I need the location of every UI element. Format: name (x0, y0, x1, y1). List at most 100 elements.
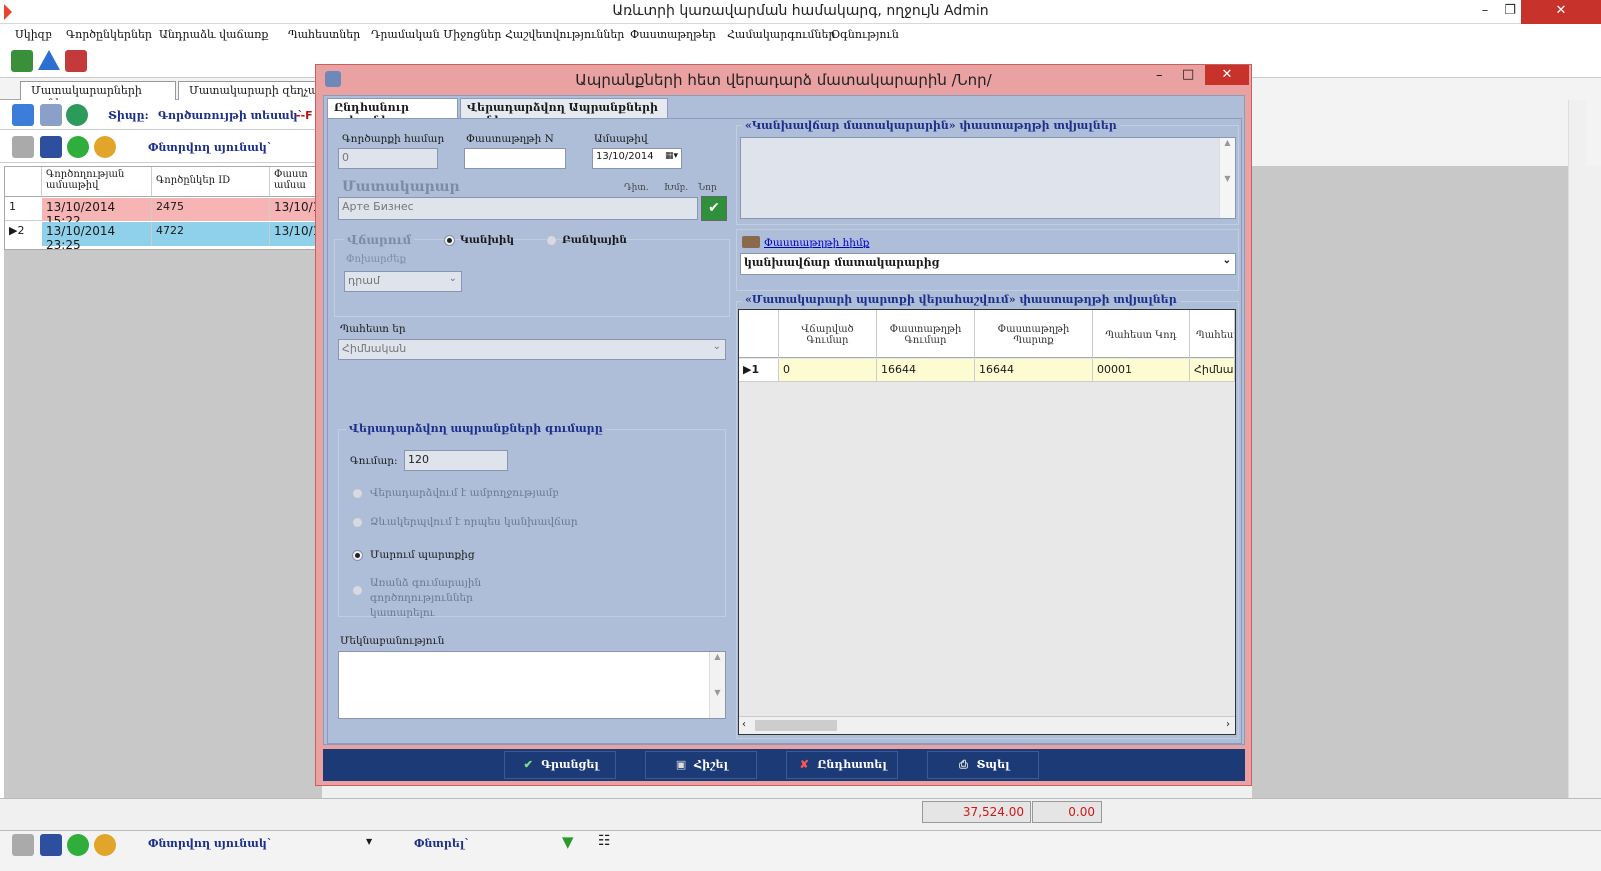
currency-value: դրամ (348, 274, 380, 287)
workspace-background (1252, 166, 1568, 800)
menu-item-start[interactable]: Սկիզբ (15, 28, 52, 41)
play-icon[interactable] (67, 136, 89, 158)
house-icon[interactable] (11, 50, 33, 72)
select-supplier-check-icon[interactable]: ✔ (701, 196, 727, 221)
scroll-right-icon[interactable]: › (1226, 719, 1230, 730)
return-full-radio[interactable] (352, 488, 363, 499)
tab-suppliers-list[interactable]: Մատակարարների ցանկ (20, 81, 176, 110)
menu-item-warehouses[interactable]: Պահեստներ (288, 28, 360, 41)
save-button[interactable]: ✔ Գրանցել (504, 751, 616, 779)
payment-label: Վճարում (344, 233, 415, 247)
cancel-button[interactable]: ✘ Ընդհատել (786, 751, 898, 779)
row-partner-id[interactable]: 4722 (152, 222, 270, 246)
refresh-globe-icon[interactable] (66, 104, 88, 126)
prepayment-doc-title: «Կանխավճար մատակարարին» փաստաթղթի տվյալն… (742, 119, 1120, 132)
currency-select: դրամ ⌄ (344, 271, 462, 292)
row-date[interactable]: 13/10/2014 23:25 (42, 222, 152, 252)
cell-doc-debt[interactable]: 16644 (975, 359, 1093, 382)
excel-icon[interactable] (12, 834, 34, 856)
play-icon[interactable] (67, 834, 89, 856)
menu-item-documents[interactable]: Փաստաթղթեր (630, 28, 716, 41)
globe-icon[interactable] (12, 104, 34, 126)
remember-button[interactable]: ▣ Հիշել (645, 751, 757, 779)
document-edit-icon[interactable] (40, 104, 62, 126)
bottom-search-label[interactable]: Փնտրվող սյունակ` (148, 837, 272, 850)
tab-returned-goods[interactable]: Վերադարձվող Ապրանքների ցանկ (460, 98, 668, 127)
check-icon: ✔ (523, 758, 533, 771)
col-header-wh-code[interactable]: Պահեստ Կոդ (1093, 310, 1190, 358)
dialog-title: Ապրանքների հետ վերադարձ մատակարարին /Նոր… (575, 71, 992, 89)
tab-general-data[interactable]: Ընդհանուր տվյալներ (327, 98, 458, 127)
total-paid: 0.00 (1032, 801, 1102, 823)
supplier-new-link[interactable]: Նոր (698, 183, 717, 193)
cash-radio[interactable] (444, 235, 455, 246)
menu-item-help[interactable]: Օգնություն (831, 28, 899, 41)
menu-item-sales[interactable]: Անդրաձև վաճառք (159, 28, 268, 41)
warehouse-label: Պահեստ եր (340, 323, 406, 335)
chevron-down-icon[interactable]: ▼ (366, 837, 372, 846)
users-icon[interactable] (94, 834, 116, 856)
cell-paid[interactable]: 0 (779, 359, 877, 382)
col-header-paid[interactable]: Վճարված Գումար (779, 310, 877, 358)
doc-number-field[interactable] (464, 148, 566, 169)
dialog-close-icon[interactable]: ✕ (1205, 65, 1249, 85)
tab-supplier-discount[interactable]: Մատակարարի զեղչային (178, 81, 318, 100)
row-date[interactable]: 13/10/2014 15:22 (42, 198, 152, 228)
hierarchy-icon[interactable]: ☷ (598, 833, 611, 849)
scroll-left-icon[interactable]: ‹ (742, 719, 746, 730)
chevron-down-icon: ⌄ (712, 341, 721, 352)
col-header-warehouse[interactable]: Պահեստ (1190, 310, 1235, 358)
cell-doc-sum[interactable]: 16644 (877, 359, 975, 382)
currency-label: Փոխարժեք (346, 254, 406, 265)
supplier-view-link[interactable]: Դիտ. (624, 183, 649, 193)
find-label[interactable]: Փնտրել` (414, 837, 470, 850)
grid-h-scrollbar[interactable]: ‹ › (739, 716, 1235, 734)
doc-basis-value: կանխավճար մատակարարից (744, 256, 940, 269)
report-icon[interactable] (40, 834, 62, 856)
dialog-maximize-icon[interactable]: □ (1182, 67, 1194, 82)
dialog-minimize-icon[interactable]: – (1156, 68, 1163, 83)
col-header-doc-debt[interactable]: Փաստաթղթի Պարտք (975, 310, 1093, 358)
comment-scrollbar[interactable]: ▲ ▼ (709, 652, 725, 718)
window-title: Առևտրի կառավարման համակարգ, ողջույն Admi… (612, 3, 989, 19)
menu-item-money[interactable]: Դրամական Միջոցներ (371, 28, 501, 41)
debt-repay-radio[interactable] (352, 550, 363, 561)
return-sum-title: Վերադարձվող ապրանքների գումարը (346, 422, 606, 435)
calendar-icon[interactable]: ▦▾ (665, 151, 678, 161)
op-num-label: Գործարքի համար (342, 133, 445, 145)
supplier-field: Арте Бизнес (338, 197, 698, 220)
row-number: 1 (5, 198, 42, 221)
prepayment-radio[interactable] (352, 517, 363, 528)
noncash-radio[interactable] (546, 235, 557, 246)
excel-icon[interactable] (12, 136, 34, 158)
cell-warehouse[interactable]: Հիմնակ (1190, 359, 1235, 382)
search-column-label[interactable]: Փնտրվող սյունակ` (148, 141, 272, 154)
doc-basis-select[interactable]: կանխավճար մատակարարից ⌄ (740, 253, 1236, 275)
type-value[interactable]: Գործառույթի տեսակ` (158, 109, 303, 122)
date-picker[interactable]: 13/10/2014 ▦▾ (592, 148, 682, 169)
doc-basis-link[interactable]: Փաստաթղթի հիմք (764, 237, 869, 249)
comment-label: Մեկնաբանություն (340, 635, 445, 647)
print-button[interactable]: ⎙ Տպել (927, 751, 1039, 779)
building-icon[interactable] (65, 50, 87, 72)
pyramid-icon[interactable] (38, 50, 60, 70)
menu-item-system[interactable]: Համակարգումներ (727, 28, 835, 41)
no-sum-ops-radio[interactable] (352, 585, 363, 596)
menu-item-partners[interactable]: Գործընկերներ (66, 28, 152, 41)
prepayment-scrollbar: ▲ ▼ (1219, 138, 1235, 218)
users-icon[interactable] (94, 136, 116, 158)
workspace-scrollbar[interactable] (1568, 100, 1586, 800)
col-header-partner-id[interactable]: Գործընկեր ID (152, 167, 270, 197)
col-header-doc-sum[interactable]: Փաստաթղթի Գումար (877, 310, 975, 358)
report-icon[interactable] (40, 136, 62, 158)
supplier-edit-link[interactable]: Խմբ. (664, 183, 688, 193)
cell-wh-code[interactable]: 00001 (1093, 359, 1190, 382)
filter-icon[interactable]: ▼ (562, 833, 574, 851)
close-icon[interactable]: ✕ (1521, 0, 1601, 24)
menu-item-reports[interactable]: Հաշվետվություններ (505, 28, 624, 41)
total-amount: 37,524.00 (922, 801, 1031, 823)
comment-textarea[interactable]: ▲ ▼ (338, 651, 726, 719)
col-header-date[interactable]: Գործողության ամսաթիվ (42, 167, 152, 197)
scroll-thumb[interactable] (755, 720, 837, 731)
row-partner-id[interactable]: 2475 (152, 198, 270, 221)
